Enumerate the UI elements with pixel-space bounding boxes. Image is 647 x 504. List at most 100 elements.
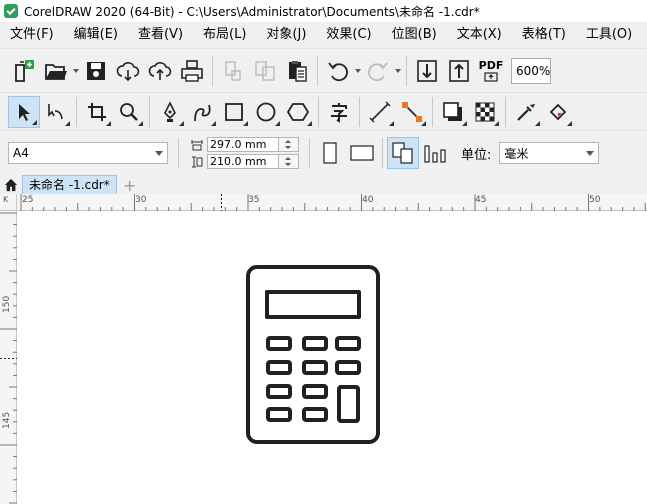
drawing-canvas[interactable] [17, 211, 647, 504]
cloud-upload-icon [148, 62, 172, 80]
publish-pdf-button[interactable]: PDF [475, 55, 507, 87]
vertical-ruler[interactable]: 150 145 [0, 211, 17, 504]
units-label: 单位: [461, 147, 492, 163]
polygon-tool-button[interactable] [282, 96, 314, 128]
export-button[interactable] [443, 55, 475, 87]
paste-button[interactable] [281, 55, 313, 87]
all-pages-button[interactable] [387, 137, 419, 169]
toolbar-separator [317, 56, 318, 86]
connector-tool-button[interactable] [396, 96, 428, 128]
pen-tool-button[interactable] [154, 96, 186, 128]
crop-tool-button[interactable] [81, 96, 113, 128]
redo-dropdown[interactable] [394, 55, 402, 87]
calculator-key [266, 407, 292, 422]
current-page-button[interactable] [419, 137, 451, 169]
toolbar-separator [76, 97, 77, 127]
pen-nib-icon [164, 101, 176, 122]
new-document-icon [15, 60, 34, 82]
shape-tool-button[interactable] [40, 96, 72, 128]
undo-dropdown[interactable] [354, 55, 362, 87]
calculator-key [335, 360, 361, 375]
units-select[interactable]: 毫米 [499, 142, 600, 164]
calculator-key [335, 336, 361, 351]
landscape-orientation-button[interactable] [346, 137, 378, 169]
ruler-label: 30 [135, 195, 147, 205]
page-size-select[interactable]: A4 [8, 142, 168, 164]
calculator-key [302, 407, 328, 422]
eyedropper-tool-button[interactable] [510, 96, 542, 128]
calculator-key [302, 336, 328, 351]
toolbar-separator [406, 56, 407, 86]
toolbar-separator [178, 138, 179, 168]
crop-icon [88, 103, 106, 121]
artistic-media-tool-button[interactable] [186, 96, 218, 128]
ruler-origin[interactable]: K [0, 194, 17, 211]
page-width-input[interactable]: 297.0 mm [207, 137, 279, 152]
new-document-button[interactable] [8, 55, 40, 87]
page-width-spinner[interactable] [279, 137, 299, 152]
save-button[interactable] [80, 55, 112, 87]
chevron-down-icon [155, 151, 163, 156]
title-bar: CorelDRAW 2020 (64-Bit) - C:\Users\Admin… [0, 0, 647, 22]
line-tool-button[interactable] [364, 96, 396, 128]
calculator-drawing[interactable] [17, 211, 647, 504]
ellipse-tool-button[interactable] [250, 96, 282, 128]
zoom-level-input[interactable]: 600% [511, 58, 551, 84]
copy-button[interactable] [249, 55, 281, 87]
toolbar-separator [382, 138, 383, 168]
menu-object[interactable]: 对象(J) [256, 22, 316, 48]
magnifier-icon [120, 103, 138, 121]
page-height-spinner[interactable] [279, 154, 299, 169]
toolbar-separator [505, 97, 506, 127]
ruler-label: 35 [248, 195, 260, 205]
open-recent-dropdown[interactable] [72, 55, 80, 87]
menu-edit[interactable]: 编辑(E) [64, 22, 128, 48]
print-button[interactable] [176, 55, 208, 87]
redo-button[interactable] [362, 55, 394, 87]
transparency-tool-button[interactable] [469, 96, 501, 128]
calculator-tall-key [337, 385, 360, 423]
rectangle-tool-button[interactable] [218, 96, 250, 128]
toolbox-row [0, 92, 647, 131]
menu-bitmaps[interactable]: 位图(B) [382, 22, 447, 48]
toolbar-separator [212, 56, 213, 86]
calculator-display [265, 290, 361, 319]
home-tab-button[interactable] [2, 176, 20, 194]
menu-tools[interactable]: 工具(O) [576, 22, 642, 48]
open-button[interactable] [40, 55, 72, 87]
cut-button[interactable] [217, 55, 249, 87]
standard-toolbar: PDF 600% [0, 48, 647, 93]
menu-view[interactable]: 查看(V) [128, 22, 193, 48]
units-value: 毫米 [504, 146, 529, 161]
add-tab-button[interactable]: + [121, 176, 139, 195]
pick-tool-button[interactable] [8, 96, 40, 128]
portrait-orientation-button[interactable] [314, 137, 346, 169]
fill-tool-button[interactable] [542, 96, 574, 128]
ruler-label: 25 [22, 195, 34, 205]
window-title: CorelDRAW 2020 (64-Bit) - C:\Users\Admin… [24, 4, 480, 19]
zoom-tool-button[interactable] [113, 96, 145, 128]
pdf-label: PDF [478, 59, 504, 72]
text-tool-button[interactable] [323, 96, 355, 128]
cloud-open-button[interactable] [112, 55, 144, 87]
menu-bar: 文件(F) 编辑(E) 查看(V) 布局(L) 对象(J) 效果(C) 位图(B… [0, 22, 647, 48]
ruler-label: 50 [589, 195, 601, 205]
drop-shadow-tool-button[interactable] [437, 96, 469, 128]
cloud-save-button[interactable] [144, 55, 176, 87]
horizontal-ruler[interactable]: 25 30 35 40 45 50 [17, 194, 647, 211]
menu-layout[interactable]: 布局(L) [193, 22, 256, 48]
menu-text[interactable]: 文本(X) [447, 22, 512, 48]
export-icon [449, 60, 469, 82]
page-height-input[interactable]: 210.0 mm [207, 154, 279, 169]
import-button[interactable] [411, 55, 443, 87]
menu-file[interactable]: 文件(F) [0, 22, 64, 48]
landscape-page-icon [350, 145, 374, 161]
menu-effects[interactable]: 效果(C) [316, 22, 381, 48]
toolbar-separator [309, 138, 310, 168]
undo-button[interactable] [322, 55, 354, 87]
menu-table[interactable]: 表格(T) [512, 22, 576, 48]
calculator-key [266, 360, 292, 375]
cut-icon [225, 61, 241, 81]
property-bar: A4 297.0 mm 210.0 mm 单位: 毫米 [0, 130, 647, 175]
tab-document[interactable]: 未命名 -1.cdr* [22, 175, 117, 194]
